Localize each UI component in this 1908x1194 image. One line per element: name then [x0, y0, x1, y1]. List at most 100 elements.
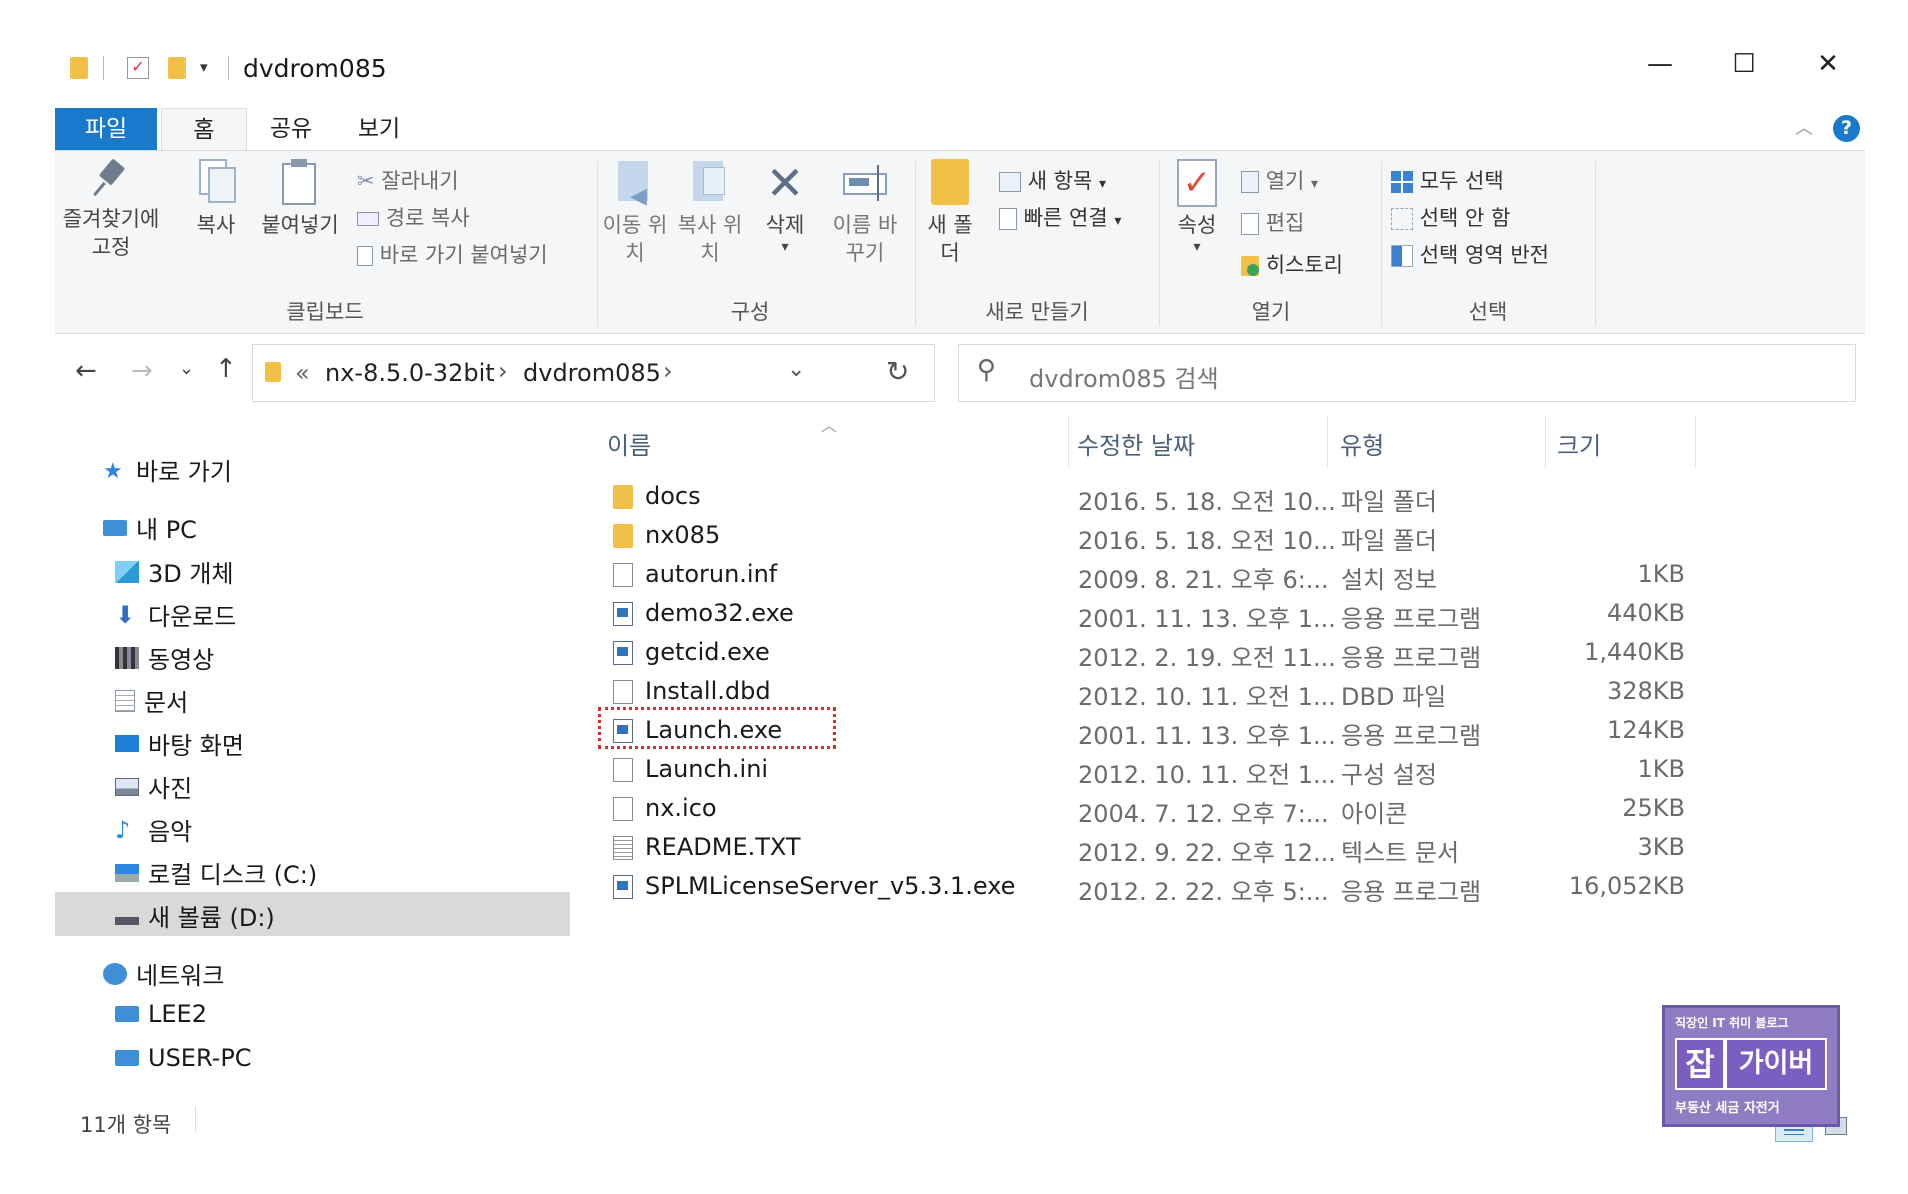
copy-to-button[interactable]: 복사 위치: [675, 159, 745, 267]
copy-path-button[interactable]: 경로 복사: [357, 202, 470, 232]
nav-pictures[interactable]: 사진: [115, 769, 192, 804]
column-header-type[interactable]: 유형: [1340, 426, 1384, 461]
drive-icon: [115, 906, 139, 925]
copy-path-icon: [357, 212, 379, 226]
nav-desktop[interactable]: 바탕 화면: [115, 726, 244, 761]
nav-label: 네트워크: [136, 962, 225, 990]
file-icon: [613, 797, 633, 821]
file-row[interactable]: nx.ico 2004. 7. 12. 오후 7:... 아이콘 25KB: [605, 791, 1695, 830]
customize-qat-chevron-icon[interactable]: ▾: [200, 58, 208, 76]
back-arrow-icon[interactable]: ←: [75, 356, 97, 386]
file-row[interactable]: README.TXT 2012. 9. 22. 오후 12... 텍스트 문서 …: [605, 830, 1695, 869]
select-all-button[interactable]: 모두 선택: [1391, 165, 1504, 195]
nav-quick-access[interactable]: ★ 바로 가기: [103, 452, 232, 487]
move-to-button[interactable]: ◀ 이동 위치: [600, 159, 670, 267]
maximize-button[interactable]: ☐: [1714, 49, 1774, 79]
nav-music[interactable]: ♪ 음악: [115, 812, 192, 847]
delete-x-icon: ✕: [765, 156, 805, 210]
tab-home[interactable]: 홈: [161, 108, 247, 151]
nav-network[interactable]: 네트워크: [103, 956, 224, 991]
nav-videos[interactable]: 동영상: [115, 640, 214, 675]
collapse-ribbon-chevron-icon[interactable]: ︿: [1795, 114, 1813, 140]
file-type: 응용 프로그램: [1341, 605, 1482, 633]
address-history-chevron-icon[interactable]: ⌄: [787, 357, 805, 382]
cube-icon: [115, 560, 139, 583]
breadcrumb-chevron-icon[interactable]: ›: [498, 357, 508, 385]
file-row[interactable]: nx085 2016. 5. 18. 오전 10... 파일 폴더: [605, 518, 1695, 557]
file-row[interactable]: docs 2016. 5. 18. 오전 10... 파일 폴더: [605, 479, 1695, 518]
search-box[interactable]: ⚲ dvdrom085 검색: [958, 344, 1856, 402]
properties-button[interactable]: ✓ 속성 ▾: [1167, 159, 1227, 255]
folder-icon: [70, 57, 88, 79]
tab-file[interactable]: 파일: [55, 108, 157, 150]
cut-button[interactable]: ✂ 잘라내기: [357, 165, 459, 195]
edit-button[interactable]: 편집: [1241, 207, 1304, 237]
forward-arrow-icon[interactable]: →: [131, 356, 153, 386]
file-name: SPLMLicenseServer_v5.3.1.exe: [645, 872, 1016, 900]
nav-network-user-pc[interactable]: USER-PC: [115, 1044, 252, 1072]
tab-view[interactable]: 보기: [337, 108, 421, 150]
new-item-button[interactable]: 새 항목 ▾: [999, 165, 1106, 195]
breadcrumb-item[interactable]: dvdrom085: [523, 359, 661, 387]
file-row[interactable]: getcid.exe 2012. 2. 19. 오전 11... 응용 프로그램…: [605, 635, 1695, 674]
move-to-icon: ◀: [614, 159, 656, 208]
nav-local-disk-c[interactable]: 로컬 디스크 (C:): [115, 855, 317, 890]
column-header-name[interactable]: 이름: [607, 426, 651, 461]
file-size: 124KB: [1606, 716, 1685, 744]
open-button[interactable]: 열기 ▾: [1241, 165, 1318, 195]
text-file-icon: [613, 836, 633, 860]
tab-share[interactable]: 공유: [249, 108, 333, 150]
computer-icon: [103, 519, 127, 536]
exe-icon: [613, 875, 633, 899]
file-row[interactable]: demo32.exe 2001. 11. 13. 오후 1... 응용 프로그램…: [605, 596, 1695, 635]
breadcrumb-chevron-icon[interactable]: ›: [663, 357, 673, 385]
minimize-button[interactable]: —: [1630, 49, 1690, 79]
properties-checkbox-icon[interactable]: ✓: [127, 57, 149, 79]
delete-dropdown-chevron-icon[interactable]: ▾: [755, 239, 815, 255]
nav-this-pc[interactable]: 내 PC: [103, 510, 197, 545]
paste-shortcut-button[interactable]: 바로 가기 붙여넣기: [357, 239, 548, 269]
file-name: docs: [645, 482, 701, 510]
pin-to-quick-access-button[interactable]: 즐겨찾기에 고정: [61, 158, 161, 261]
divider: [1068, 416, 1069, 468]
address-bar[interactable]: « nx-8.5.0-32bit › dvdrom085 › ⌄: [252, 344, 868, 402]
help-icon[interactable]: ?: [1833, 115, 1860, 142]
close-button[interactable]: ✕: [1798, 49, 1858, 79]
new-folder-quick-icon[interactable]: [168, 57, 186, 79]
edit-label: 편집: [1265, 211, 1305, 235]
properties-check-icon: ✓: [1177, 159, 1217, 207]
nav-documents[interactable]: 문서: [115, 683, 188, 718]
easy-access-button[interactable]: 빠른 연결 ▾: [999, 202, 1121, 232]
column-header-size[interactable]: 크기: [1557, 426, 1601, 461]
nav-new-volume-d[interactable]: 새 볼륨 (D:): [115, 898, 275, 933]
delete-button[interactable]: ✕ 삭제 ▾: [755, 159, 815, 255]
invert-selection-button[interactable]: 선택 영역 반전: [1391, 239, 1549, 269]
history-icon: [1241, 256, 1259, 276]
properties-dropdown-chevron-icon[interactable]: ▾: [1167, 239, 1227, 255]
history-button[interactable]: 히스토리: [1241, 249, 1343, 279]
copy-button[interactable]: 복사: [185, 159, 247, 239]
refresh-button[interactable]: ↻: [866, 344, 935, 402]
breadcrumb-overflow[interactable]: «: [295, 359, 310, 387]
file-icon: [613, 758, 633, 782]
new-folder-button[interactable]: 새 폴더: [925, 159, 975, 267]
watermark-main-a: 잡: [1677, 1040, 1723, 1088]
select-group-label: 선택: [1468, 300, 1508, 324]
paste-button[interactable]: 붙여넣기: [255, 159, 345, 239]
column-header-date[interactable]: 수정한 날짜: [1077, 426, 1195, 461]
file-row[interactable]: Launch.ini 2012. 10. 11. 오전 1... 구성 설정 1…: [605, 752, 1695, 791]
nav-3d-objects[interactable]: 3D 개체: [115, 554, 234, 589]
nav-network-lee2[interactable]: LEE2: [115, 1000, 207, 1028]
up-arrow-icon[interactable]: ↑: [215, 354, 237, 384]
file-type: 응용 프로그램: [1341, 644, 1482, 672]
rename-button[interactable]: 이름 바꾸기: [825, 159, 905, 267]
divider: [597, 161, 598, 326]
invert-selection-icon: [1391, 245, 1413, 267]
nav-downloads[interactable]: ⬇ 다운로드: [115, 597, 236, 632]
select-none-button[interactable]: 선택 안 함: [1391, 202, 1510, 232]
file-row[interactable]: SPLMLicenseServer_v5.3.1.exe 2012. 2. 22…: [605, 869, 1695, 908]
recent-locations-chevron-icon[interactable]: ⌄: [179, 358, 194, 379]
nav-label: 내 PC: [136, 516, 197, 544]
breadcrumb-item[interactable]: nx-8.5.0-32bit: [325, 359, 495, 387]
file-row[interactable]: autorun.inf 2009. 8. 21. 오후 6:... 설치 정보 …: [605, 557, 1695, 596]
